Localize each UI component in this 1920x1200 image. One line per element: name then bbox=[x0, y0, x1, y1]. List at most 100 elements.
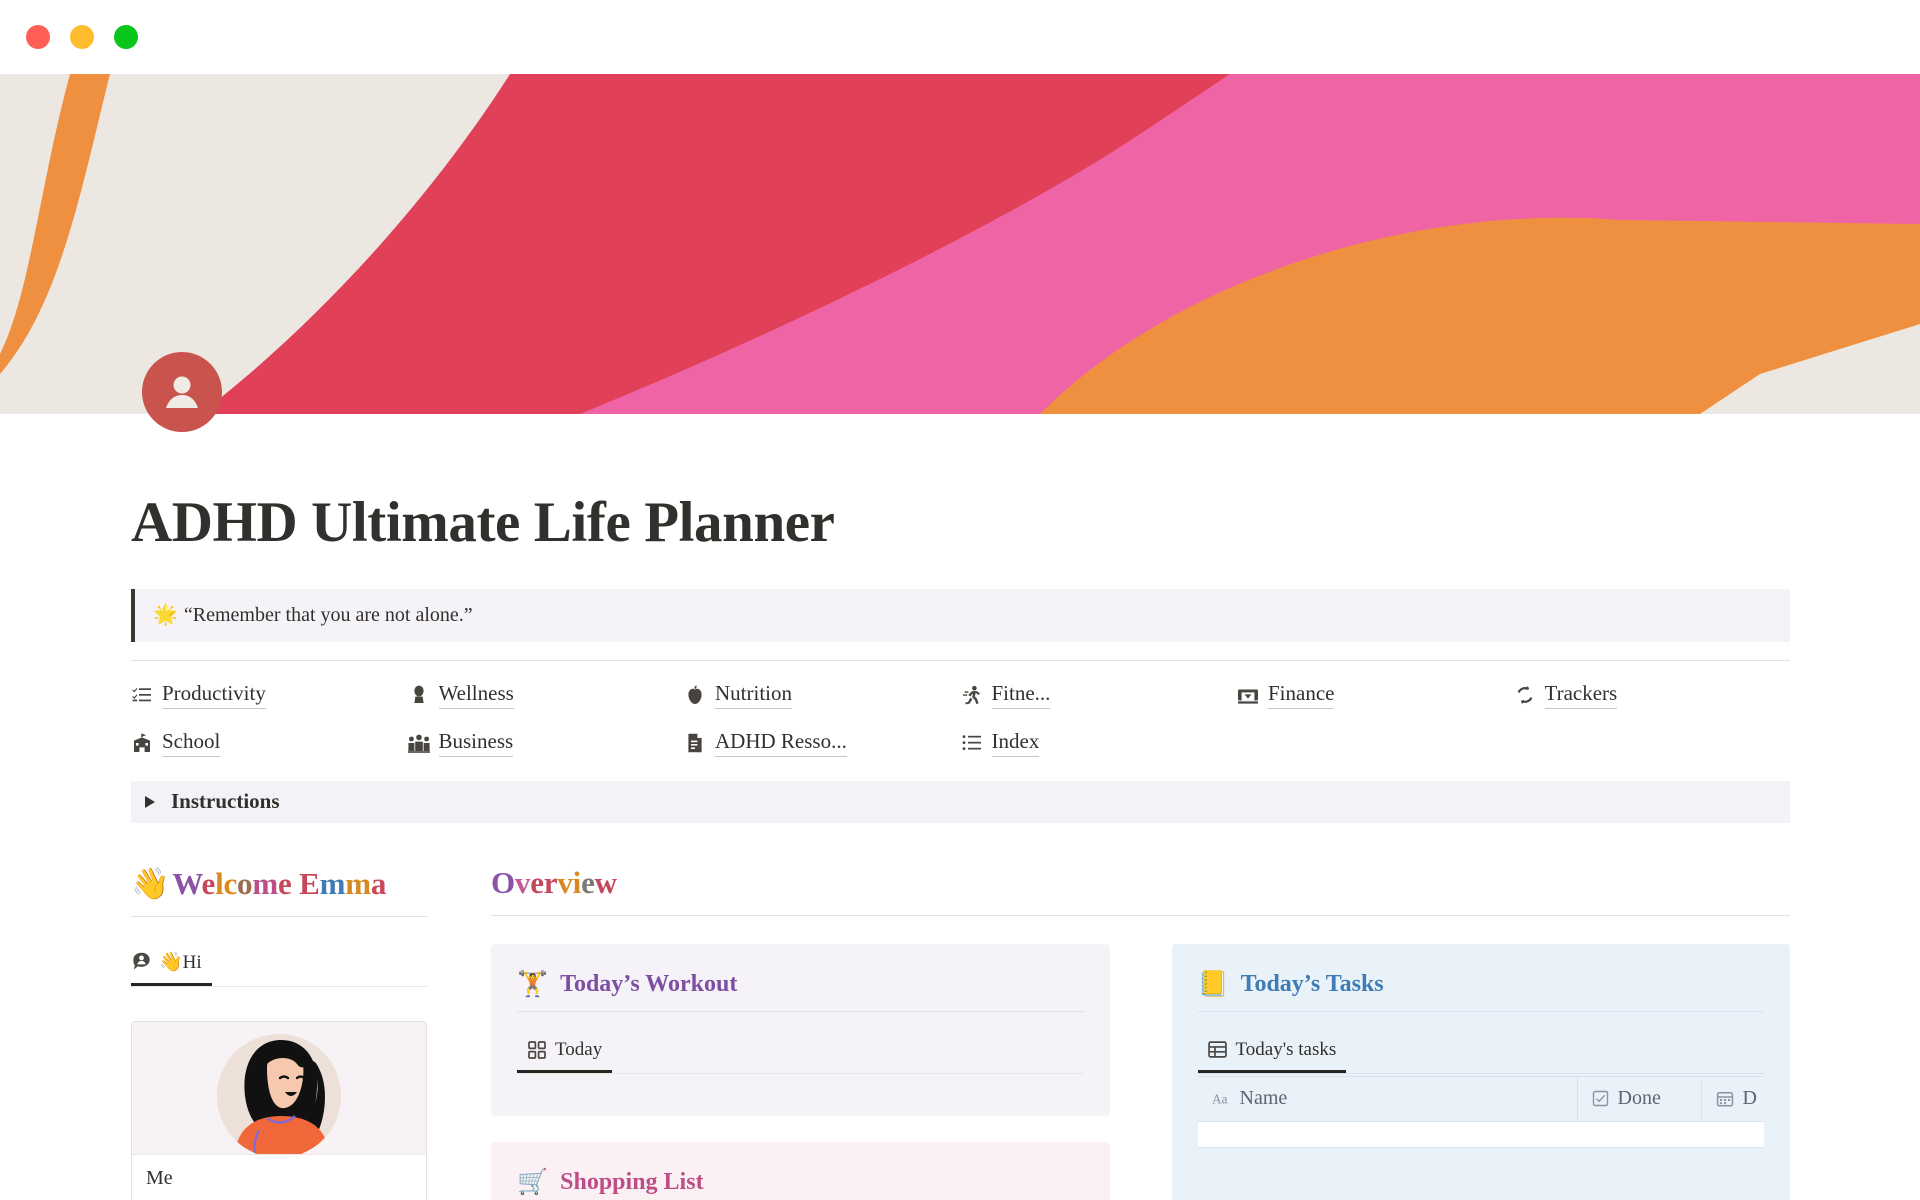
column-header-name[interactable]: Aa Name bbox=[1198, 1076, 1578, 1121]
refresh-arrows-icon bbox=[1514, 684, 1536, 706]
card-title: Today’s Tasks bbox=[1240, 970, 1384, 997]
svg-text:Aa: Aa bbox=[1212, 1091, 1228, 1106]
card-shopping-list[interactable]: 🛒 Shopping List bbox=[491, 1141, 1110, 1200]
card-title: Shopping List bbox=[560, 1168, 704, 1195]
document-icon bbox=[684, 732, 706, 754]
link-label: Nutrition bbox=[715, 681, 792, 709]
window-titlebar bbox=[0, 0, 1920, 74]
date-type-icon bbox=[1716, 1090, 1734, 1108]
link-label: Business bbox=[438, 729, 514, 757]
wave-emoji-icon: 👋 bbox=[131, 865, 170, 901]
apple-icon bbox=[684, 684, 706, 706]
page-cover-banner[interactable] bbox=[0, 74, 1920, 414]
link-label: Trackers bbox=[1544, 681, 1618, 709]
tab-label: 👋Hi bbox=[159, 951, 202, 973]
welcome-view-tabs: 👋Hi bbox=[131, 945, 427, 987]
tasks-table-empty-row[interactable] bbox=[1197, 1121, 1764, 1148]
link-finance[interactable]: Finance bbox=[1237, 681, 1514, 709]
overview-colored-text: Overview bbox=[491, 864, 617, 900]
tab-label: Today's tasks bbox=[1235, 1038, 1337, 1060]
page-content: ADHD Ultimate Life Planner 🌟 “Remember th… bbox=[0, 414, 1920, 1200]
overview-right-cards: 📒 Today’s Tasks Today's tasks Aa Name Do… bbox=[1171, 943, 1790, 1200]
card-title-row: 📒 Today’s Tasks bbox=[1197, 970, 1764, 1012]
checklist-icon bbox=[131, 684, 153, 706]
tab-todays-tasks[interactable]: Today's tasks bbox=[1197, 1034, 1347, 1073]
window-maximize-button[interactable] bbox=[114, 25, 138, 49]
banner-waves bbox=[0, 74, 1920, 414]
money-box-icon bbox=[1237, 684, 1259, 706]
instructions-toggle[interactable]: Instructions bbox=[131, 780, 1790, 823]
people-group-icon bbox=[407, 732, 430, 754]
card-todays-workout[interactable]: 🏋️ Today’s Workout Today bbox=[491, 943, 1110, 1116]
shopping-cart-emoji-icon: 🛒 bbox=[517, 1168, 549, 1196]
link-wellness[interactable]: Wellness bbox=[408, 681, 685, 709]
link-label: Finance bbox=[1268, 681, 1335, 709]
runner-icon bbox=[961, 684, 983, 706]
welcome-column: 👋Welcome Emma 👋Hi Me bbox=[131, 865, 427, 1200]
card-title: Today’s Workout bbox=[560, 970, 738, 997]
weightlifter-emoji-icon: 🏋️ bbox=[517, 970, 549, 998]
quote-text: “Remember that you are not alone.” bbox=[183, 603, 473, 626]
woman-avatar-illustration bbox=[217, 1033, 341, 1154]
page-title: ADHD Ultimate Life Planner bbox=[131, 491, 835, 554]
card-title-row: 🏋️ Today’s Workout bbox=[517, 970, 1084, 1012]
instructions-label: Instructions bbox=[171, 789, 280, 814]
quote-callout: 🌟 “Remember that you are not alone.” bbox=[131, 588, 1790, 642]
person-head-icon bbox=[408, 684, 430, 706]
link-adhd-resources[interactable]: ADHD Resso... bbox=[684, 729, 961, 757]
overview-column: Overview 🏋️ Today’s Workout Today 🛒 Shop… bbox=[491, 865, 1790, 1200]
text-type-icon: Aa bbox=[1212, 1091, 1231, 1107]
link-label: School bbox=[162, 729, 221, 757]
person-card-me[interactable]: Me bbox=[131, 1020, 427, 1200]
tasks-table: Aa Name Done D bbox=[1197, 1075, 1764, 1148]
person-card-illustration bbox=[132, 1021, 426, 1154]
tasks-table-header: Aa Name Done D bbox=[1197, 1075, 1764, 1122]
workout-view-tabs: Today bbox=[517, 1034, 1084, 1074]
link-business[interactable]: Business bbox=[407, 729, 685, 757]
star-emoji-icon: 🌟 bbox=[153, 603, 178, 626]
window-minimize-button[interactable] bbox=[70, 25, 94, 49]
link-nutrition[interactable]: Nutrition bbox=[684, 681, 961, 709]
overview-heading: Overview bbox=[491, 865, 1790, 916]
link-fitness[interactable]: Fitne... bbox=[961, 681, 1238, 709]
link-label: Index bbox=[991, 729, 1040, 757]
tab-hi[interactable]: 👋Hi bbox=[131, 945, 212, 986]
page-icon-avatar[interactable] bbox=[142, 352, 222, 432]
school-building-icon bbox=[131, 732, 153, 754]
person-card-caption: Me bbox=[132, 1153, 426, 1200]
table-icon bbox=[1208, 1040, 1228, 1060]
welcome-colored-text: Welcome Emma bbox=[172, 865, 387, 901]
column-header-date[interactable]: D bbox=[1702, 1077, 1822, 1121]
person-glyph-icon bbox=[166, 376, 198, 408]
column-label: D bbox=[1742, 1087, 1757, 1110]
overview-card-grid: 🏋️ Today’s Workout Today 🛒 Shopping List… bbox=[491, 943, 1790, 1200]
welcome-heading: 👋Welcome Emma bbox=[131, 865, 427, 917]
tab-today[interactable]: Today bbox=[517, 1034, 613, 1073]
column-label: Done bbox=[1617, 1087, 1661, 1110]
card-todays-tasks[interactable]: 📒 Today’s Tasks Today's tasks Aa Name Do… bbox=[1171, 943, 1790, 1200]
link-label: Wellness bbox=[438, 681, 514, 709]
avatar-person-icon bbox=[142, 352, 222, 432]
chevron-right-icon bbox=[145, 795, 155, 808]
link-label: ADHD Resso... bbox=[715, 729, 847, 757]
overview-left-cards: 🏋️ Today’s Workout Today 🛒 Shopping List bbox=[491, 943, 1110, 1200]
link-label: Fitne... bbox=[991, 681, 1051, 709]
person-bubble-icon bbox=[131, 952, 151, 972]
lower-columns: 👋Welcome Emma 👋Hi Me Overview 🏋️ Today’s… bbox=[131, 865, 1790, 1200]
notebook-emoji-icon: 📒 bbox=[1197, 970, 1229, 998]
list-icon bbox=[961, 732, 983, 754]
column-label: Name bbox=[1239, 1087, 1288, 1110]
card-title-row: 🛒 Shopping List bbox=[517, 1168, 1084, 1197]
link-label: Productivity bbox=[162, 681, 266, 709]
link-productivity[interactable]: Productivity bbox=[131, 681, 408, 709]
window-close-button[interactable] bbox=[26, 25, 50, 49]
gallery-grid-icon bbox=[527, 1040, 547, 1060]
tasks-view-tabs: Today's tasks bbox=[1197, 1034, 1764, 1074]
link-index[interactable]: Index bbox=[961, 729, 1238, 757]
checkbox-type-icon bbox=[1592, 1090, 1609, 1107]
column-header-done[interactable]: Done bbox=[1578, 1076, 1702, 1121]
link-trackers[interactable]: Trackers bbox=[1514, 681, 1791, 709]
link-school[interactable]: School bbox=[131, 729, 408, 757]
page-body: ADHD Ultimate Life Planner 🌟 “Remember th… bbox=[0, 352, 1920, 1200]
divider bbox=[131, 659, 1790, 661]
